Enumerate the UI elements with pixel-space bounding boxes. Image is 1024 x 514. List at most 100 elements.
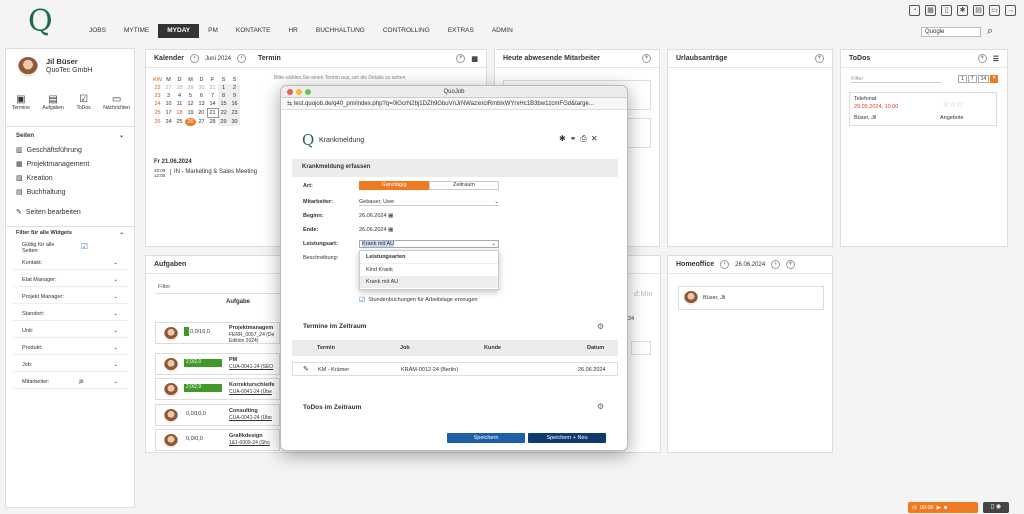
- page-7[interactable]: 7: [967, 75, 977, 83]
- prev-month-icon[interactable]: ‹: [189, 54, 199, 63]
- sidebar-item-projektmanagement[interactable]: ▦ Projektmanagement: [6, 157, 134, 171]
- close-icon[interactable]: ✕: [990, 75, 999, 83]
- nav-myday[interactable]: MYDAY: [158, 24, 200, 38]
- task-row[interactable]: 2,0/2,0 PM CUA-0041-24 (SEO: [155, 353, 280, 375]
- rating-stars[interactable]: ☆☆☆: [942, 100, 964, 109]
- filter-etat-manager[interactable]: Etat Manager: ⌄: [12, 274, 128, 287]
- search-icon[interactable]: ⌕: [987, 25, 993, 38]
- event-entry[interactable]: IN - Marketing & Sales Meeting: [170, 169, 257, 175]
- nav-admin[interactable]: ADMIN: [483, 24, 522, 38]
- checkbox-checked[interactable]: ☑: [359, 296, 365, 304]
- stop-icon[interactable]: ■: [944, 505, 947, 511]
- page-14[interactable]: 14: [977, 75, 990, 83]
- link-icon[interactable]: ⚭: [570, 134, 577, 144]
- todo-filter-input[interactable]: Filter: [851, 76, 941, 83]
- nav-extras[interactable]: EXTRAS: [439, 24, 483, 38]
- quojob-logo[interactable]: Q: [28, 4, 53, 39]
- page-1[interactable]: 1: [958, 75, 967, 83]
- calendar-view-icon[interactable]: ▦: [471, 55, 478, 63]
- nav-jobs[interactable]: JOBS: [80, 24, 115, 38]
- document-icon[interactable]: ▯: [941, 5, 952, 16]
- filter-unit[interactable]: Unit: ⌄: [12, 325, 128, 338]
- task-row[interactable]: 0,0/16,0 Projektmanagem FERR_0057_24 (De…: [155, 322, 280, 344]
- nav-pm[interactable]: PM: [199, 24, 227, 38]
- nav-buchhaltung[interactable]: BUCHHALTUNG: [307, 24, 374, 38]
- help-toggle[interactable]: ▯ ◉: [983, 502, 1009, 513]
- next-day-icon[interactable]: ›: [771, 260, 781, 269]
- nav-hr[interactable]: HR: [279, 24, 306, 38]
- nav-controlling[interactable]: CONTROLLING: [374, 24, 439, 38]
- filter-mitarbeiter[interactable]: Mitarbeiter: jb ⌄: [12, 376, 128, 389]
- sidebar-item-buchhaltung[interactable]: ▤ Buchhaltung: [6, 185, 134, 199]
- widget-filter-header[interactable]: Filter für alle Widgets ⌄: [6, 226, 134, 239]
- filter-produkt[interactable]: Produkt: ⌄: [12, 342, 128, 355]
- time-tracker[interactable]: ◷ 00:00 ▶ ■: [908, 502, 978, 513]
- minimize-window-icon[interactable]: [296, 89, 302, 95]
- filter-standort[interactable]: Standort: ⌄: [12, 308, 128, 321]
- ledger-icon: ▤: [16, 189, 23, 196]
- nav-mytime[interactable]: MYTIME: [115, 24, 158, 38]
- termine-table-row[interactable]: ✎ KM - Krämer KRÄM-0012-24 (Berlin) 26.0…: [292, 362, 618, 376]
- bug-icon[interactable]: ✱: [559, 134, 566, 144]
- add-icon[interactable]: +: [456, 54, 466, 63]
- print-icon[interactable]: ⎙: [580, 134, 586, 144]
- aufgaben-filter[interactable]: Filter: [158, 284, 170, 290]
- sidebar-item-kreation[interactable]: ▨ Kreation: [6, 171, 134, 185]
- close-icon[interactable]: ✕: [591, 134, 598, 144]
- beginn-date[interactable]: 26.06.2024 ▦: [359, 213, 393, 219]
- calendar-icon[interactable]: ▤: [973, 5, 984, 16]
- add-icon[interactable]: +: [815, 54, 824, 63]
- todos-widget: ToDos + ☰ Filter 1 7 14 ✕ Telefonat 29.05.…: [840, 49, 1008, 247]
- checkbox-checked[interactable]: ☑: [81, 242, 88, 254]
- task-row[interactable]: 0,0/0,0 Grafikdesign 1&1-0009-24 (Sho: [155, 429, 280, 451]
- save-button[interactable]: Speichern: [447, 433, 525, 443]
- kalender-header: Kalender ‹ Juni 2024 › Termin + ▦: [146, 50, 486, 68]
- sidebar-item-geschaeftsfuehrung[interactable]: ▥ Geschäftsführung: [6, 143, 134, 157]
- quick-todos[interactable]: ☑ ToDos: [76, 94, 90, 111]
- play-icon[interactable]: ▶: [937, 505, 941, 511]
- today-marker[interactable]: 26: [185, 117, 196, 126]
- option-kind-krank[interactable]: Kind Krank: [360, 264, 498, 276]
- filter-kontakt[interactable]: Kontakt: ⌄: [12, 257, 128, 270]
- task-row[interactable]: 0,0/10,0 Consulting CUA-0041-24 (Übe: [155, 404, 280, 426]
- quick-nachrichten[interactable]: ▭ Nachrichten: [103, 94, 130, 111]
- todo-card[interactable]: Telefonat 29.05.2024, 10:00 Büser, Jil ☆…: [849, 92, 997, 126]
- filter-projekt-manager[interactable]: Projekt Manager: ⌄: [12, 291, 128, 304]
- pencil-icon[interactable]: ✎: [303, 365, 309, 373]
- mitarbeiter-select[interactable]: Gebauer, Uwe ⌄: [359, 199, 499, 206]
- logout-icon[interactable]: →: [1005, 5, 1016, 16]
- art-zeitraum[interactable]: Zeitraum: [429, 181, 499, 190]
- add-icon[interactable]: +: [786, 260, 796, 269]
- prev-day-icon[interactable]: ‹: [720, 260, 730, 269]
- todo-pager: 1 7 14 ✕: [958, 75, 999, 83]
- window-title: QuoJob: [443, 89, 465, 95]
- search-scope-select[interactable]: Quogle: [921, 27, 981, 37]
- nav-kontakte[interactable]: KONTAKTE: [227, 24, 280, 38]
- list-icon[interactable]: ☰: [993, 55, 999, 63]
- close-window-icon[interactable]: [287, 89, 293, 95]
- leistungsart-select[interactable]: Krank mit AU ⌄: [359, 240, 499, 248]
- filter-job[interactable]: Job: ⌄: [12, 359, 128, 372]
- add-icon[interactable]: +: [977, 54, 987, 63]
- stundenbuchung-checkbox[interactable]: ☑ Stundenbuchungen für Arbeitstage erzeug…: [359, 296, 477, 304]
- calculator-icon[interactable]: ▦: [925, 5, 936, 16]
- quick-termine[interactable]: ▣ Termine: [12, 94, 30, 111]
- pages-section-header[interactable]: Seiten ⌄: [6, 129, 134, 142]
- task-row[interactable]: 2,0/2,0 Korrekturschleife CUA-0041-24 (Ü…: [155, 378, 280, 400]
- save-new-button[interactable]: Speichern + Neu: [528, 433, 606, 443]
- settings-icon[interactable]: ⚙: [597, 322, 604, 331]
- add-icon[interactable]: +: [642, 54, 651, 63]
- dashboard-icon[interactable]: ◔: [909, 5, 920, 16]
- homeoffice-entry[interactable]: Büser, Jil: [678, 286, 824, 310]
- edit-pages-link[interactable]: ✎ Seiten bearbeiten: [6, 205, 134, 219]
- settings-icon[interactable]: ⚙: [597, 402, 604, 411]
- ende-date[interactable]: 26.06.2024 ▦: [359, 227, 393, 233]
- art-ganztaegig[interactable]: Ganztägig: [359, 181, 429, 190]
- option-krank-mit-au[interactable]: Krank mit AU: [360, 276, 498, 288]
- quick-aufgaben[interactable]: ▤ Aufgaben: [42, 94, 63, 111]
- next-month-icon[interactable]: ›: [237, 54, 246, 63]
- url-bar[interactable]: ⇆ test.quojob.de/q40_pm/index.php?q=0lGc…: [281, 98, 627, 110]
- maximize-window-icon[interactable]: [305, 89, 311, 95]
- bug-icon[interactable]: ✱: [957, 5, 968, 16]
- messages-icon[interactable]: ▭: [989, 5, 1000, 16]
